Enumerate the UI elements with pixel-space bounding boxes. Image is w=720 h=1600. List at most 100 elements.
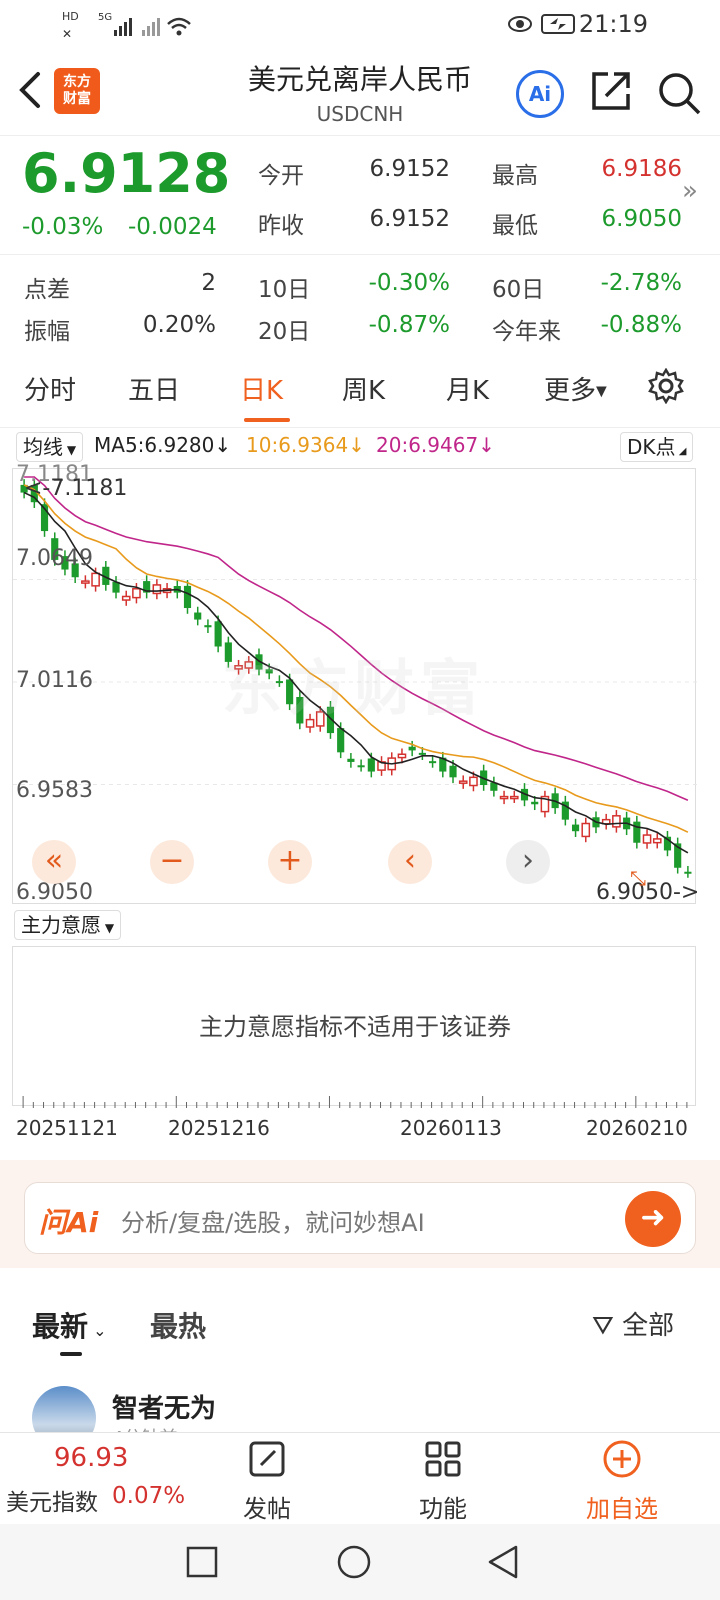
amp-label: 振幅 <box>24 319 70 345</box>
tab-five-day[interactable]: 五日 <box>128 370 180 407</box>
ma10-value: 10:6.9364↓ <box>246 433 365 457</box>
dk-label: DK点 <box>627 435 676 459</box>
sub-indicator-message: 主力意愿指标不适用于该证券 <box>199 1013 511 1041</box>
d10-value: -0.30% <box>368 270 450 296</box>
d20-label: 20日 <box>258 319 311 345</box>
candle <box>449 765 457 778</box>
ma-selector-label: 均线 <box>23 435 63 459</box>
recent-apps-icon[interactable] <box>186 1546 218 1578</box>
dropdown-arrow-icon: ▼ <box>596 383 607 400</box>
ask-ai-input[interactable]: 问Ai 分析/复盘/选股，就问妙想AI ➜ <box>24 1182 696 1254</box>
y-tick-label: 7.0116 <box>16 668 93 693</box>
spread-label: 点差 <box>24 277 70 303</box>
fullscreen-icon[interactable]: ⤡ <box>630 866 646 890</box>
candle <box>633 821 641 843</box>
dk-point-button[interactable]: DK点 ◢ <box>620 432 694 462</box>
function-button[interactable]: 功能 <box>398 1437 488 1524</box>
tab-weekly-k[interactable]: 周K <box>342 370 385 407</box>
y-tick-label: 7.0649 <box>16 546 93 571</box>
candle <box>509 795 519 800</box>
expand-chevron-icon[interactable]: » <box>682 176 698 206</box>
function-label: 功能 <box>419 1495 467 1523</box>
candle <box>81 580 90 584</box>
sub-indicator-selector[interactable]: 主力意愿 ▼ <box>14 910 122 940</box>
time-axis-ticks <box>22 1096 688 1108</box>
feed-tab-hot[interactable]: 最热 <box>150 1305 206 1345</box>
tab-monthly-k[interactable]: 月K <box>446 370 489 407</box>
signal-icon: HD ✕ 5G <box>62 10 191 41</box>
candle <box>429 761 437 764</box>
ytd-value: -0.88% <box>600 312 682 338</box>
settings-gear-icon[interactable] <box>648 368 684 404</box>
spread-value: 2 <box>201 270 216 296</box>
post-button[interactable]: 发帖 <box>222 1437 312 1524</box>
grid-icon <box>425 1441 461 1477</box>
ask-ai-placeholder: 分析/复盘/选股，就问妙想AI <box>121 1209 425 1237</box>
zoom-in-button[interactable]: + <box>268 840 312 884</box>
index-value: 96.93 <box>54 1443 129 1473</box>
prev-close-label: 昨收 <box>258 213 304 239</box>
share-icon[interactable] <box>590 70 632 112</box>
feed-tab-latest[interactable]: 最新 ⌄ <box>32 1305 107 1345</box>
candle <box>469 776 478 787</box>
x-date-label: 20260210 <box>586 1116 688 1140</box>
ask-ai-logo: 问Ai <box>39 1206 99 1239</box>
ma20-line <box>24 476 689 801</box>
candle <box>367 758 375 772</box>
change-value: -0.0024 <box>128 214 217 240</box>
add-watchlist-label: 加自选 <box>586 1495 658 1523</box>
ai-button[interactable]: Ai <box>516 70 564 118</box>
chart-tabs: 分时 五日 日K 周K 月K 更多▼ <box>0 360 720 428</box>
candle <box>204 625 212 628</box>
feed-tab-underline <box>60 1352 82 1356</box>
tab-daily-k[interactable]: 日K <box>240 370 283 407</box>
scroll-start-button[interactable]: « <box>32 840 76 884</box>
scroll-right-button[interactable]: › <box>506 840 550 884</box>
feed-tab-latest-label: 最新 <box>32 1310 89 1343</box>
scroll-left-button[interactable]: ‹ <box>388 840 432 884</box>
tab-intraday[interactable]: 分时 <box>24 370 76 407</box>
svg-text:HD: HD <box>62 10 79 23</box>
ma-selector[interactable]: 均线 ▼ <box>16 432 84 462</box>
x-date-label: 20251121 <box>16 1116 118 1140</box>
header: 东方 财富 美元兑离岸人民币 USDCNH Ai <box>0 46 720 136</box>
add-watchlist-button[interactable]: 加自选 <box>572 1437 672 1524</box>
tab-more-label: 更多 <box>544 376 597 406</box>
home-icon[interactable] <box>336 1544 372 1580</box>
candle <box>152 584 162 595</box>
ma20-text: 20:6.9467 <box>376 433 479 457</box>
dropdown-arrow-icon: ▼ <box>63 443 77 457</box>
arrow-right-icon[interactable]: ➜ <box>625 1191 681 1247</box>
candle <box>357 765 365 768</box>
low-label: 最低 <box>492 213 538 239</box>
amp-value: 0.20% <box>142 312 216 338</box>
candle <box>652 838 662 844</box>
svg-text:5G: 5G <box>98 12 112 23</box>
sub-indicator-panel: 主力意愿指标不适用于该证券 <box>12 946 696 1106</box>
candle <box>612 815 621 828</box>
search-icon[interactable] <box>656 70 702 116</box>
high-value: 6.9186 <box>601 156 682 182</box>
candle <box>214 621 222 647</box>
filter-label: 全部 <box>622 1311 675 1341</box>
ma20-value: 20:6.9467↓ <box>376 433 495 457</box>
low-value: 6.9050 <box>601 206 682 232</box>
candle <box>684 871 692 874</box>
post-label: 发帖 <box>243 1495 291 1523</box>
eye-battery-icon <box>508 14 575 34</box>
candle <box>458 780 468 784</box>
post-author[interactable]: 智者无为 <box>112 1388 216 1425</box>
filter-button[interactable]: ⛛ 全部 <box>592 1305 674 1342</box>
y-tick-label: 6.9583 <box>16 778 93 803</box>
edit-icon <box>249 1441 285 1477</box>
x-date-label: 20260113 <box>400 1116 502 1140</box>
clock: 21:19 <box>578 10 648 38</box>
tab-more[interactable]: 更多▼ <box>544 370 607 407</box>
change-percent: -0.03% <box>22 214 104 240</box>
candle <box>91 572 100 587</box>
high-label: 最高 <box>492 163 538 189</box>
x-date-label: 20251216 <box>168 1116 270 1140</box>
zoom-out-button[interactable]: − <box>150 840 194 884</box>
signal-indicators: HD ✕ 5G <box>62 8 202 43</box>
back-nav-icon[interactable] <box>486 1544 520 1580</box>
